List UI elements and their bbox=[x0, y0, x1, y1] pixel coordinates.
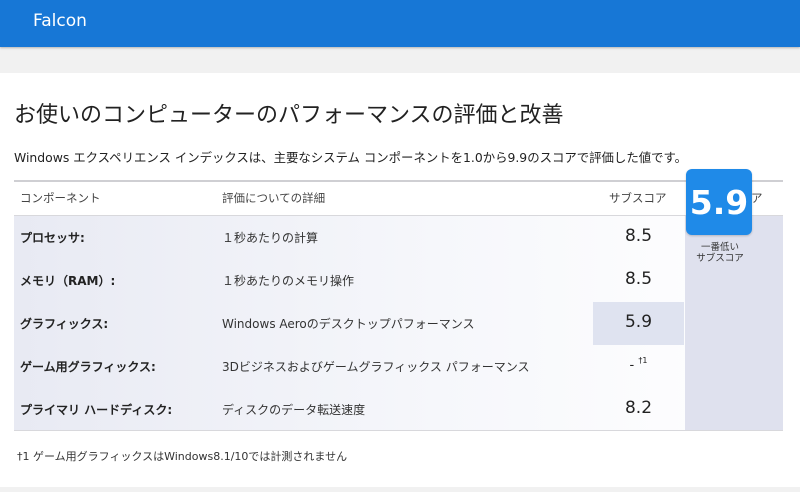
row-subscore-wrapper: - †1 bbox=[593, 356, 684, 373]
header-detail: 評価についての詳細 bbox=[222, 191, 326, 205]
table-row-primary-disk: プライマリ ハードディスク: ディスクのデータ転送速度 8.2 bbox=[14, 388, 783, 431]
subscore-footnote-mark: †1 bbox=[638, 356, 648, 365]
row-label: グラフィックス: bbox=[20, 317, 109, 331]
table-top-divider bbox=[14, 180, 783, 182]
subscore-cell-lowest: 5.9 bbox=[593, 302, 684, 345]
footnote: †1 ゲーム用グラフィックスはWindows8.1/10では計測されません bbox=[17, 450, 348, 463]
row-label: メモリ（RAM）: bbox=[20, 274, 116, 288]
subscore-cell: 8.5 bbox=[593, 259, 684, 302]
header-subscore: サブスコア bbox=[609, 191, 667, 205]
row-label: プライマリ ハードディスク: bbox=[20, 403, 173, 417]
subscore-cell: - †1 bbox=[593, 345, 684, 388]
base-score-caption: 一番低い サブスコア bbox=[696, 242, 744, 264]
score-table: コンポーネント 評価についての詳細 サブスコア 基本スコア プロセッサ: １秒あ… bbox=[14, 180, 783, 431]
page-description: Windows エクスペリエンス インデックスは、主要なシステム コンポーネント… bbox=[14, 150, 688, 165]
row-detail: Windows Aeroのデスクトップパフォーマンス bbox=[222, 317, 475, 331]
main-panel: お使いのコンピューターのパフォーマンスの評価と改善 Windows エクスペリエ… bbox=[0, 73, 800, 487]
row-subscore: 8.5 bbox=[624, 269, 653, 289]
base-score-badge: 5.9 bbox=[686, 169, 752, 235]
row-detail: ディスクのデータ転送速度 bbox=[222, 403, 366, 417]
subscore-cell: 8.2 bbox=[593, 388, 684, 431]
page-title: お使いのコンピューターのパフォーマンスの評価と改善 bbox=[14, 103, 564, 128]
row-subscore: - bbox=[629, 358, 635, 373]
table-row-gaming-graphics: ゲーム用グラフィックス: 3Dビジネスおよびゲームグラフィックス パフォーマンス… bbox=[14, 345, 783, 388]
header-component: コンポーネント bbox=[20, 191, 101, 205]
row-subscore: 8.2 bbox=[624, 398, 653, 418]
row-detail: １秒あたりの計算 bbox=[222, 231, 319, 245]
table-row-graphics: グラフィックス: Windows Aeroのデスクトップパフォーマンス 5.9 bbox=[14, 302, 783, 345]
table-row-processor: プロセッサ: １秒あたりの計算 8.5 bbox=[14, 216, 783, 259]
row-label: ゲーム用グラフィックス: bbox=[20, 360, 156, 374]
row-subscore: 5.9 bbox=[624, 312, 653, 332]
table-bottom-divider bbox=[14, 430, 783, 431]
app-title: Falcon bbox=[33, 11, 87, 31]
app-titlebar: Falcon bbox=[0, 0, 800, 47]
row-detail: １秒あたりのメモリ操作 bbox=[222, 274, 355, 288]
row-detail: 3Dビジネスおよびゲームグラフィックス パフォーマンス bbox=[222, 360, 530, 374]
row-label: プロセッサ: bbox=[20, 231, 85, 245]
table-row-memory: メモリ（RAM）: １秒あたりのメモリ操作 8.5 bbox=[14, 259, 783, 302]
